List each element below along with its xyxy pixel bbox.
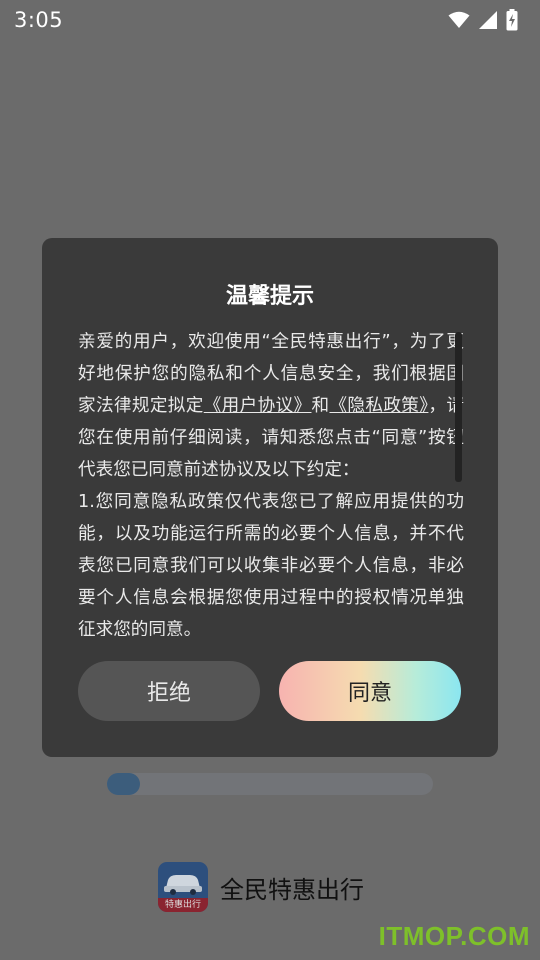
dialog-body[interactable]: 亲爱的用户，欢迎使用“全民特惠出行”，为了更好地保护您的隐私和个人信息安全，我们… [78, 326, 464, 636]
status-bar: 3:05 [0, 0, 540, 40]
status-time: 3:05 [14, 8, 64, 32]
dialog-title: 温馨提示 [225, 284, 314, 309]
user-agreement-link[interactable]: 《用户协议》 [204, 396, 312, 416]
dialog-paragraph-1: 亲爱的用户，欢迎使用“全民特惠出行”，为了更好地保护您的隐私和个人信息安全，我们… [78, 326, 464, 486]
signal-icon [479, 11, 497, 29]
status-icons [448, 9, 518, 31]
dialog-text-and: 和 [311, 396, 330, 416]
agree-button[interactable]: 同意 [279, 661, 461, 721]
watermark: ITMOP.COM [378, 921, 530, 951]
brand-name: 全民特惠出行 [220, 875, 364, 904]
loading-progress-fill [107, 773, 140, 795]
car-icon [164, 875, 202, 895]
dialog-scrollbar[interactable] [455, 332, 462, 482]
reject-button[interactable]: 拒绝 [78, 661, 260, 721]
privacy-policy-link[interactable]: 《隐私政策》 [329, 396, 428, 416]
app-logo-icon: 特惠出行 [158, 862, 208, 912]
wifi-icon [448, 11, 470, 28]
dialog-paragraph-2: 1.您同意隐私政策仅代表您已了解应用提供的功能，以及功能运行所需的必要个人信息，… [78, 492, 464, 636]
brand: 特惠出行 全民特惠出行 [158, 862, 364, 912]
logo-label: 特惠出行 [164, 900, 201, 910]
loading-progress-bar [107, 773, 433, 795]
privacy-dialog: 温馨提示 亲爱的用户，欢迎使用“全民特惠出行”，为了更好地保护您的隐私和个人信息… [42, 238, 498, 757]
battery-charging-icon [506, 9, 518, 31]
